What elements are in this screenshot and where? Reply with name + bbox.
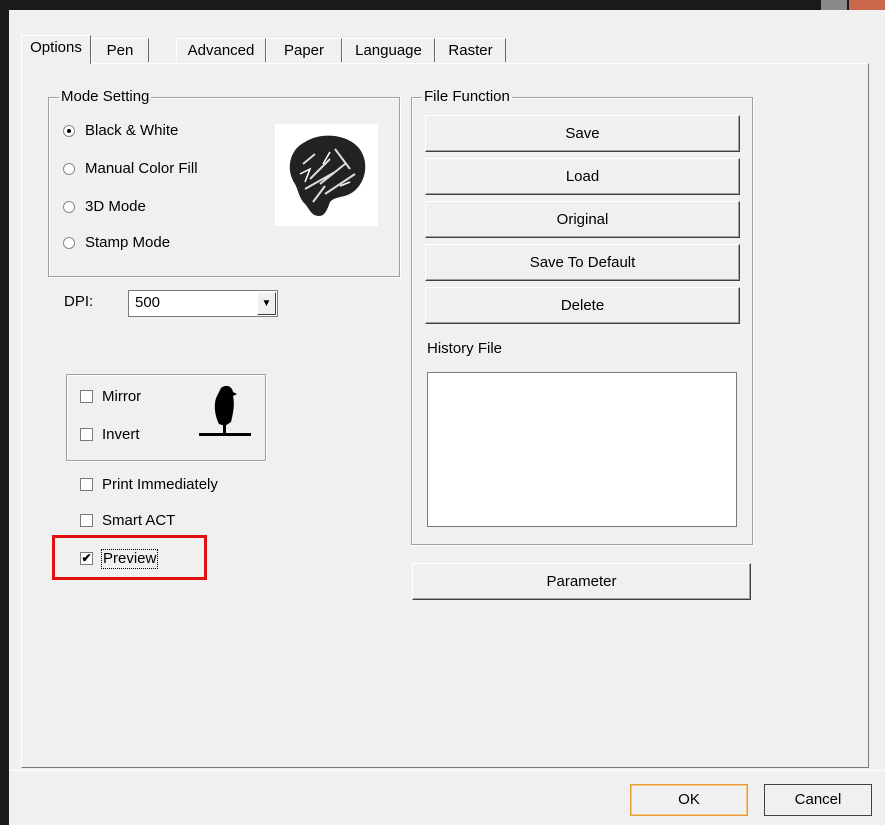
bird-icon xyxy=(195,382,255,440)
cancel-button[interactable]: Cancel xyxy=(764,784,872,816)
tab-paper[interactable]: Paper xyxy=(266,38,342,62)
print-immediately-checkbox[interactable] xyxy=(80,478,93,491)
save-to-default-button[interactable]: Save To Default xyxy=(425,244,740,281)
dpi-label: DPI: xyxy=(64,293,94,310)
file-function-title: File Function xyxy=(422,88,512,105)
radio-label: 3D Mode xyxy=(85,198,146,215)
smart-act-checkbox[interactable] xyxy=(80,514,93,527)
radio-label: Manual Color Fill xyxy=(85,160,198,177)
delete-button[interactable]: Delete xyxy=(425,287,740,324)
history-file-label: History File xyxy=(427,340,503,357)
tab-pen[interactable]: Pen xyxy=(91,38,149,62)
mirror-checkbox[interactable] xyxy=(80,390,93,403)
radio-button[interactable] xyxy=(63,163,75,175)
parameter-button[interactable]: Parameter xyxy=(412,563,751,600)
tab-options[interactable]: Options xyxy=(21,35,91,64)
brain-icon xyxy=(289,135,366,216)
radio-label: Black & White xyxy=(85,122,179,139)
radio-button[interactable] xyxy=(63,201,75,213)
history-file-list[interactable] xyxy=(427,372,737,527)
load-button[interactable]: Load xyxy=(425,158,740,195)
checkbox-label: Mirror xyxy=(102,388,142,405)
checkbox-label: Smart ACT xyxy=(102,512,176,529)
save-button[interactable]: Save xyxy=(425,115,740,152)
window-top-bar xyxy=(0,0,885,10)
tab-raster[interactable]: Raster xyxy=(435,38,506,62)
radio-button[interactable] xyxy=(63,237,75,249)
ok-button[interactable]: OK xyxy=(630,784,748,816)
radio-button-selected[interactable] xyxy=(63,125,75,137)
divider xyxy=(9,770,885,771)
checkbox-label: Print Immediately xyxy=(102,476,218,493)
dpi-value: 500 xyxy=(135,294,161,311)
invert-checkbox[interactable] xyxy=(80,428,93,441)
mode-setting-title: Mode Setting xyxy=(59,88,152,105)
tab-advanced[interactable]: Advanced xyxy=(176,38,266,62)
mode-preview-image xyxy=(275,124,378,226)
window-left-edge xyxy=(0,10,9,825)
original-button[interactable]: Original xyxy=(425,201,740,238)
checkbox-label: Invert xyxy=(102,426,140,443)
close-icon[interactable] xyxy=(849,0,885,10)
chevron-down-icon[interactable]: ▼ xyxy=(257,292,276,315)
tab-language[interactable]: Language xyxy=(342,38,435,62)
radio-label: Stamp Mode xyxy=(85,234,171,251)
minimize-icon[interactable] xyxy=(821,0,847,10)
highlight-box xyxy=(52,535,207,580)
dpi-select[interactable]: 500 ▼ xyxy=(128,290,278,317)
